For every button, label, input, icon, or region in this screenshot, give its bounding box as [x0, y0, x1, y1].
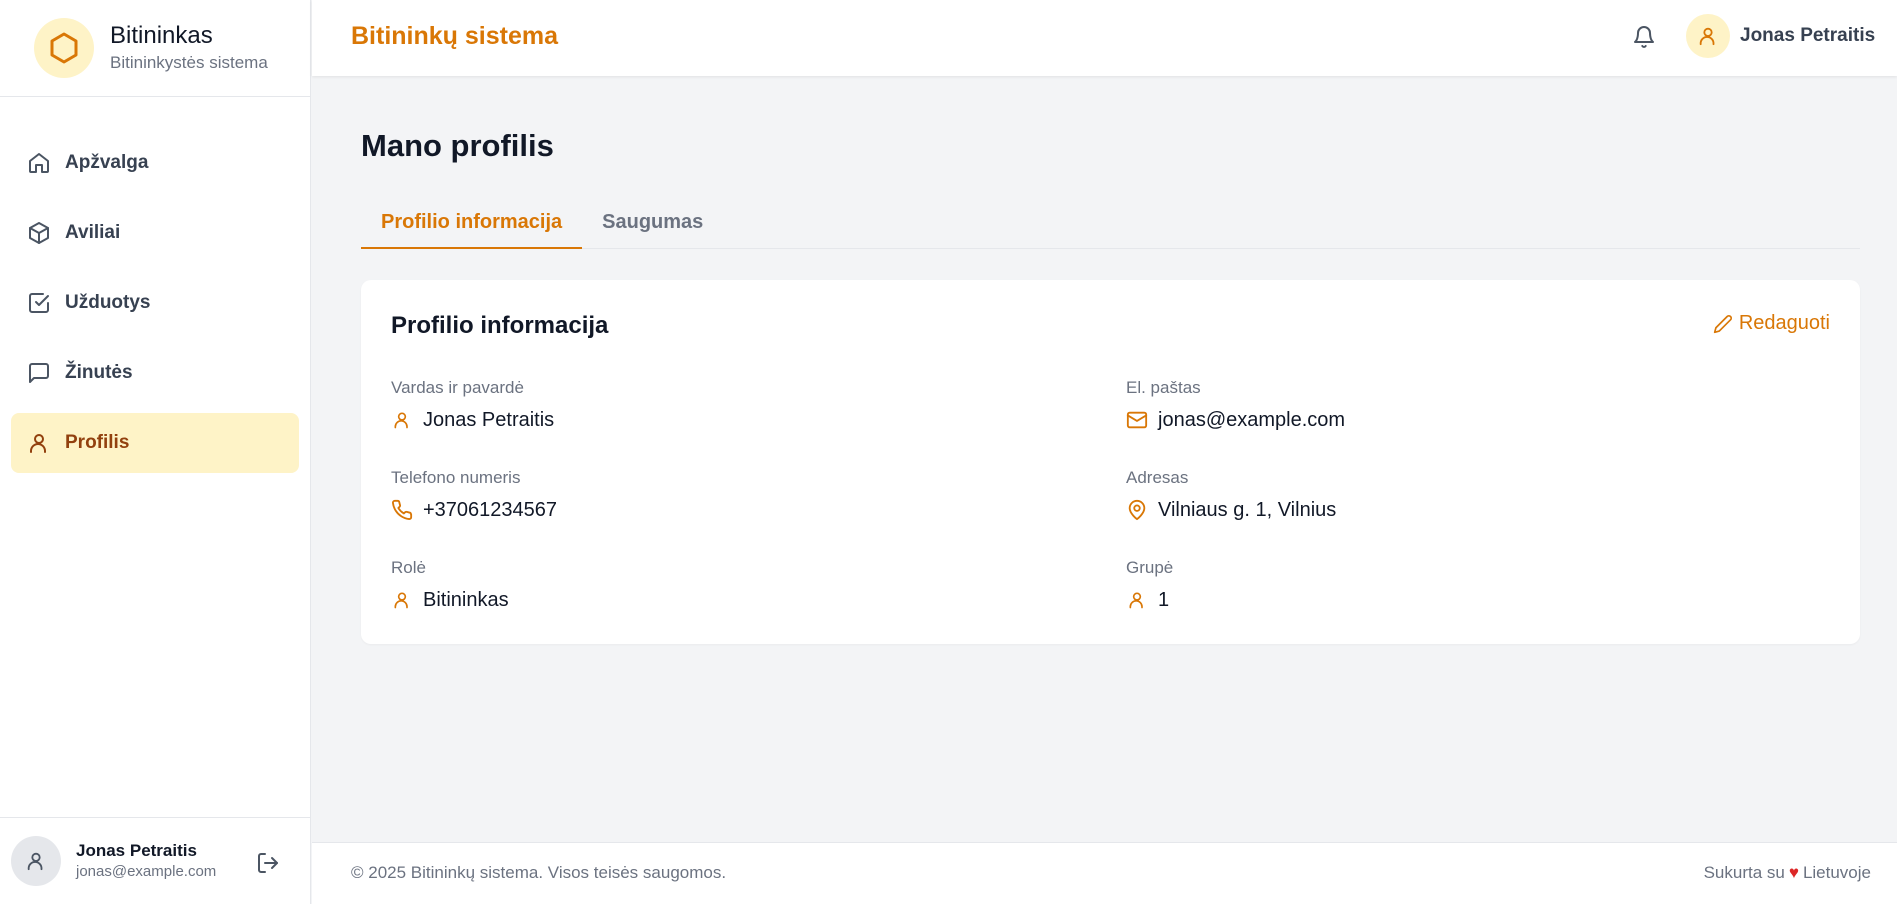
box-icon	[27, 221, 51, 245]
sidebar-item-uzduotys[interactable]: Užduotys	[11, 273, 299, 333]
sidebar-item-apzvalga[interactable]: Apžvalga	[11, 133, 299, 193]
sidebar-user-email: jonas@example.com	[76, 863, 217, 880]
edit-button[interactable]: Redaguoti	[1713, 312, 1830, 335]
user-menu[interactable]: Jonas Petraitis	[1686, 14, 1875, 58]
sidebar-item-aviliai[interactable]: Aviliai	[11, 203, 299, 263]
top-header: Bitininkų sistema Jonas Petraitis	[312, 0, 1897, 76]
profile-tabs: Profilio informacija Saugumas	[361, 205, 1860, 249]
hexagon-logo-icon	[34, 18, 94, 78]
field-value: Vilniaus g. 1, Vilnius	[1158, 499, 1337, 521]
edit-label: Redaguoti	[1738, 312, 1830, 334]
field-label: Vardas ir pavardė	[391, 378, 524, 397]
field-value: Bitininkas	[423, 589, 509, 611]
home-icon	[27, 151, 51, 175]
field-label: Rolė	[391, 558, 426, 577]
sidebar-item-label: Užduotys	[65, 292, 151, 313]
logout-icon[interactable]	[255, 850, 281, 876]
field-label: El. paštas	[1126, 378, 1201, 397]
pencil-icon	[1713, 314, 1733, 334]
user-icon	[27, 431, 51, 455]
sidebar-item-zinutes[interactable]: Žinutės	[11, 343, 299, 403]
sidebar-item-label: Aviliai	[65, 222, 121, 243]
check-square-icon	[27, 291, 51, 315]
header-title: Bitininkų sistema	[351, 22, 558, 50]
brand[interactable]: Bitininkas Bitininkystės sistema	[0, 0, 310, 97]
bell-icon[interactable]	[1630, 23, 1658, 51]
page-title: Mano profilis	[361, 128, 554, 163]
footer-made-prefix: Sukurta su	[1703, 863, 1785, 882]
field-label: Adresas	[1126, 468, 1189, 487]
field-value: jonas@example.com	[1158, 409, 1346, 431]
sidebar-item-profilis[interactable]: Profilis	[11, 413, 299, 473]
message-icon	[27, 361, 51, 385]
field-name: Vardas ir pavardė Jonas Petraitis	[391, 377, 554, 433]
field-label: Telefono numeris	[391, 468, 521, 487]
avatar	[1686, 14, 1730, 58]
field-value: Jonas Petraitis	[423, 409, 555, 431]
brand-subtitle: Bitininkystės sistema	[110, 53, 268, 72]
user-icon	[1126, 589, 1148, 611]
field-group: Grupė 1	[1126, 557, 1173, 613]
field-value: +37061234567	[423, 499, 558, 521]
footer-made-suffix: Lietuvoje	[1802, 863, 1871, 882]
sidebar-user: Jonas Petraitis jonas@example.com	[0, 817, 311, 904]
sidebar-item-label: Profilis	[65, 432, 130, 453]
tab-security[interactable]: Saugumas	[582, 205, 723, 249]
header-user-name: Jonas Petraitis	[1740, 25, 1876, 46]
footer-copyright: © 2025 Bitininkų sistema. Visos teisės s…	[351, 863, 727, 882]
mail-icon	[1126, 409, 1148, 431]
avatar	[11, 836, 61, 886]
user-icon	[391, 409, 413, 431]
field-label: Grupė	[1126, 558, 1174, 577]
sidebar: Bitininkas Bitininkystės sistema Apžvalg…	[0, 0, 311, 904]
map-pin-icon	[1126, 499, 1148, 521]
heart-icon: ♥	[1788, 863, 1799, 882]
field-role: Rolė Bitininkas	[391, 557, 509, 613]
field-address: Adresas Vilniaus g. 1, Vilnius	[1126, 467, 1336, 523]
field-phone: Telefono numeris +37061234567	[391, 467, 557, 523]
sidebar-item-label: Žinutės	[65, 362, 133, 383]
footer-credit: Sukurta su ♥ Lietuvoje	[1704, 863, 1871, 883]
sidebar-user-name: Jonas Petraitis	[76, 841, 197, 860]
user-icon	[391, 589, 413, 611]
sidebar-item-label: Apžvalga	[65, 152, 149, 173]
field-value: 1	[1158, 589, 1170, 611]
field-email: El. paštas jonas@example.com	[1126, 377, 1345, 433]
brand-name: Bitininkas	[110, 22, 213, 49]
tab-profile-info[interactable]: Profilio informacija	[361, 205, 583, 249]
phone-icon	[391, 499, 413, 521]
card-title: Profilio informacija	[391, 312, 609, 339]
sidebar-nav: Apžvalga Aviliai Užduotys Žinutės Profil…	[0, 97, 310, 483]
footer: © 2025 Bitininkų sistema. Visos teisės s…	[312, 842, 1897, 904]
profile-card: Profilio informacija Redaguoti Vardas ir…	[361, 280, 1860, 644]
